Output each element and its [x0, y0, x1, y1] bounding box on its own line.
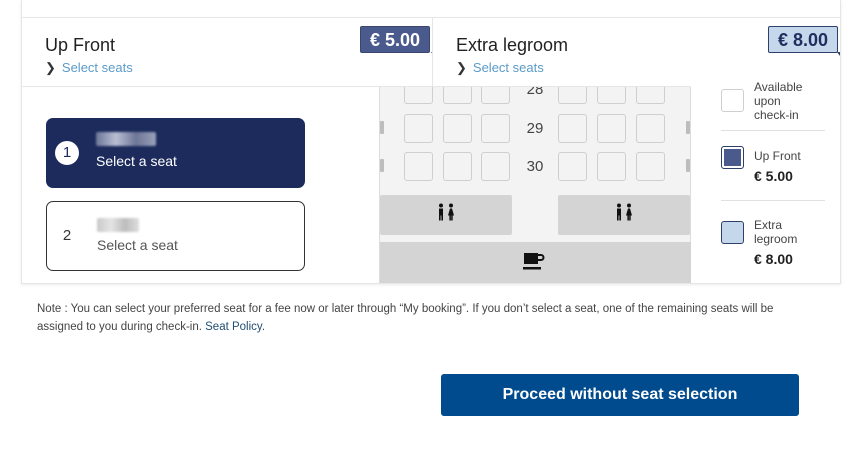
seat-note: Note : You can select your preferred sea…: [37, 303, 774, 333]
passenger-card-2[interactable]: 2 Select a seat: [46, 201, 305, 271]
legend-price-legroom: € 8.00: [754, 251, 793, 267]
exit-marker: [380, 159, 384, 172]
seat-29d[interactable]: [558, 114, 587, 143]
seat-28d[interactable]: [558, 86, 587, 104]
cabin-seat-map: 28 29 30: [379, 81, 692, 283]
galley: [380, 242, 692, 283]
seat-30d[interactable]: [558, 152, 587, 181]
seat-policy-link[interactable]: Seat Policy: [205, 321, 262, 333]
divider: [721, 200, 825, 201]
legend-price-upfront: € 5.00: [754, 168, 793, 184]
seat-29e[interactable]: [597, 114, 626, 143]
select-seats-link[interactable]: ❯ Select seats: [45, 60, 133, 76]
passenger-name-blurred: [97, 218, 139, 232]
seat-30c[interactable]: [481, 152, 510, 181]
passenger-name-blurred: [96, 132, 156, 146]
divider: [721, 130, 825, 131]
row-number: 30: [526, 158, 544, 175]
panel-top-bar: [22, 0, 840, 18]
lavatory-icon: [436, 203, 456, 228]
row-number: 29: [526, 120, 544, 137]
seat-29c[interactable]: [481, 114, 510, 143]
seat-29a[interactable]: [404, 114, 433, 143]
seat-map-panel: 28 29 30 Up Front ❯ Select seats € 5.00 …: [21, 0, 841, 284]
lavatory-left: [380, 195, 512, 235]
price-badge: € 5.00: [360, 26, 431, 53]
legend-label-available: Available upon check-in: [754, 80, 803, 122]
exit-marker: [686, 159, 690, 172]
seat-28b[interactable]: [443, 86, 472, 104]
proceed-without-seat-button[interactable]: Proceed without seat selection: [441, 374, 799, 416]
legend-swatch-upfront: [721, 146, 744, 169]
passenger-number: 2: [62, 227, 72, 244]
chevron-right-icon: ❯: [45, 60, 56, 75]
passenger-card-1[interactable]: 1 Select a seat: [46, 118, 305, 188]
zone-title: Up Front: [45, 35, 116, 55]
seat-28e[interactable]: [597, 86, 626, 104]
lavatory-right: [558, 195, 690, 235]
passenger-seat-status: Select a seat: [96, 153, 177, 169]
passenger-number: 1: [55, 141, 79, 165]
zone-upfront-header[interactable]: Up Front ❯ Select seats € 5.00: [22, 18, 437, 87]
seat-29b[interactable]: [443, 114, 472, 143]
zone-legroom-header[interactable]: Extra legroom ❯ Select seats € 8.00: [432, 18, 840, 87]
exit-marker: [380, 121, 384, 134]
legend-swatch-legroom: [721, 221, 744, 244]
passenger-seat-status: Select a seat: [97, 237, 178, 253]
zone-title: Extra legroom: [456, 35, 569, 55]
price-badge-tail: [837, 52, 840, 60]
lavatory-icon: [614, 203, 634, 228]
seat-30a[interactable]: [404, 152, 433, 181]
legend-swatch-available: [721, 89, 744, 112]
seat-30e[interactable]: [597, 152, 626, 181]
seat-29f[interactable]: [636, 114, 665, 143]
chevron-right-icon: ❯: [456, 60, 467, 75]
legend-label-legroom: Extra legroom: [754, 218, 798, 246]
legend-label-upfront: Up Front: [754, 149, 801, 163]
seat-28a[interactable]: [404, 86, 433, 104]
seat-legend: Available upon check-in Up Front € 5.00 …: [691, 80, 840, 283]
select-seats-link[interactable]: ❯ Select seats: [456, 60, 544, 76]
seat-30b[interactable]: [443, 152, 472, 181]
exit-marker: [686, 121, 690, 134]
seat-30f[interactable]: [636, 152, 665, 181]
coffee-icon: [523, 251, 545, 271]
price-badge: € 8.00: [768, 26, 839, 53]
seat-28c[interactable]: [481, 86, 510, 104]
seat-28f[interactable]: [636, 86, 665, 104]
